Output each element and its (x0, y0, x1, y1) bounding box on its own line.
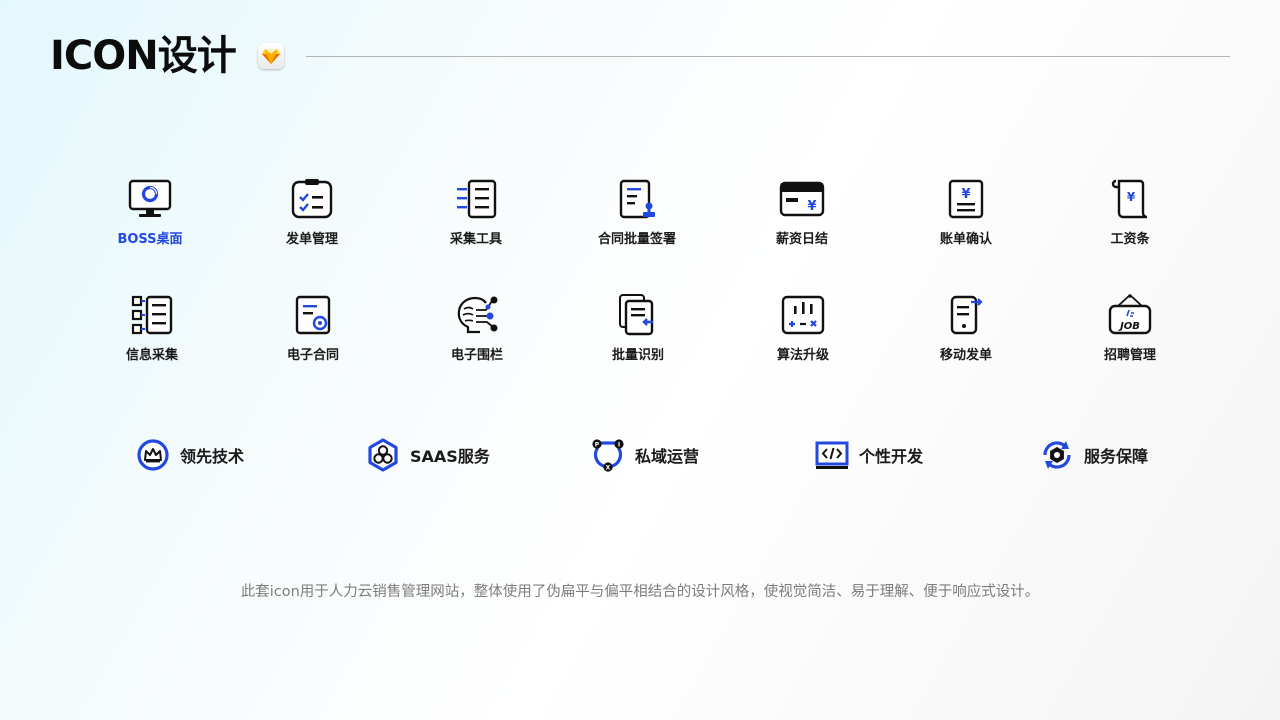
head-network-icon (457, 296, 498, 334)
icon-tile-payslip[interactable]: ¥ 工资条 (1050, 178, 1210, 247)
feature-label: 领先技术 (180, 447, 245, 466)
title-divider (306, 56, 1230, 57)
icon-tile-boss-desktop[interactable]: BOSS桌面 (70, 178, 230, 247)
bill-yuan-icon: ¥ (948, 179, 984, 219)
hexagon-cluster-icon (368, 438, 398, 472)
icon-tile-bill-confirm[interactable]: ¥ 账单确认 (886, 178, 1046, 247)
svg-text:JOB: JOB (1118, 321, 1140, 332)
scroll-yuan-icon: ¥ (1111, 179, 1148, 219)
icon-label: 电子合同 (286, 348, 339, 363)
job-sign-icon: JOB (1108, 294, 1152, 335)
icon-label: BOSS桌面 (117, 232, 183, 247)
card-yuan-icon: ¥ (779, 181, 825, 217)
cycle-nodes-icon: P I X (592, 439, 624, 472)
icon-tile-collection-tool[interactable]: 采集工具 (396, 178, 556, 247)
flow-list-icon (131, 295, 173, 335)
icon-tile-mobile-order[interactable]: 移动发单 (886, 294, 1046, 363)
mobile-send-icon (950, 295, 983, 335)
monitor-chart-icon (128, 179, 172, 217)
icon-tile-daily-salary[interactable]: ¥ 薪资日结 (722, 178, 882, 247)
icon-tile-recruitment[interactable]: JOB 招聘管理 (1050, 294, 1210, 363)
gear-refresh-icon (1043, 441, 1071, 469)
icon-tile-info-collection[interactable]: 信息采集 (72, 294, 232, 363)
document-stamp-icon (619, 179, 655, 219)
feature-leading-tech[interactable]: 领先技术 (136, 437, 244, 473)
page-title: ICON设计 (50, 33, 237, 79)
icon-label: 算法升级 (776, 348, 829, 363)
icon-label: 薪资日结 (775, 232, 828, 247)
icon-label: 账单确认 (939, 232, 992, 247)
svg-text:X: X (606, 464, 611, 471)
description-text: 此套icon用于人力云销售管理网站，整体使用了伪扁平与偏平相结合的设计风格，使视… (240, 584, 1040, 600)
feature-custom-development[interactable]: 个性开发 (815, 437, 923, 473)
svg-text:P: P (595, 441, 600, 448)
icon-label: 移动发单 (939, 348, 992, 363)
icon-tile-e-contract[interactable]: 电子合同 (233, 294, 393, 363)
icon-tile-batch-contract[interactable]: 合同批量签署 (557, 178, 717, 247)
contract-badge-icon (295, 295, 331, 335)
svg-text:I: I (618, 441, 620, 448)
svg-text:¥: ¥ (961, 187, 970, 202)
icon-label: 工资条 (1110, 232, 1150, 247)
feature-service-guarantee[interactable]: 服务保障 (1040, 437, 1148, 473)
icon-tile-algorithm-upgrade[interactable]: 算法升级 (723, 294, 883, 363)
icon-label: 招聘管理 (1103, 348, 1156, 363)
icon-label: 采集工具 (449, 232, 502, 247)
feature-label: 服务保障 (1084, 447, 1149, 466)
stacked-docs-icon (619, 294, 654, 336)
list-document-icon (457, 179, 497, 219)
feature-label: 个性开发 (859, 447, 924, 466)
icon-tile-order-management[interactable]: 发单管理 (232, 178, 392, 247)
icon-label: 合同批量签署 (597, 232, 676, 247)
icon-label: 发单管理 (285, 232, 338, 247)
code-window-icon (815, 441, 849, 469)
feature-label: 私域运营 (635, 447, 700, 466)
clipboard-checklist-icon (291, 179, 333, 219)
svg-text:¥: ¥ (807, 199, 816, 214)
feature-saas-service[interactable]: SAAS服务 (366, 437, 490, 473)
svg-text:¥: ¥ (1127, 190, 1136, 204)
icon-label: 批量识别 (611, 348, 664, 363)
icon-tile-batch-recognition[interactable]: 批量识别 (558, 294, 718, 363)
calculator-chart-icon (781, 295, 825, 335)
icon-label: 信息采集 (125, 348, 178, 363)
icon-label: 电子围栏 (450, 348, 503, 363)
feature-label: SAAS服务 (410, 447, 490, 466)
sketch-app-icon (258, 43, 284, 69)
icon-tile-geofence[interactable]: 电子围栏 (397, 294, 557, 363)
feature-private-domain[interactable]: P I X 私域运营 (591, 437, 699, 473)
crown-circle-icon (137, 439, 169, 471)
